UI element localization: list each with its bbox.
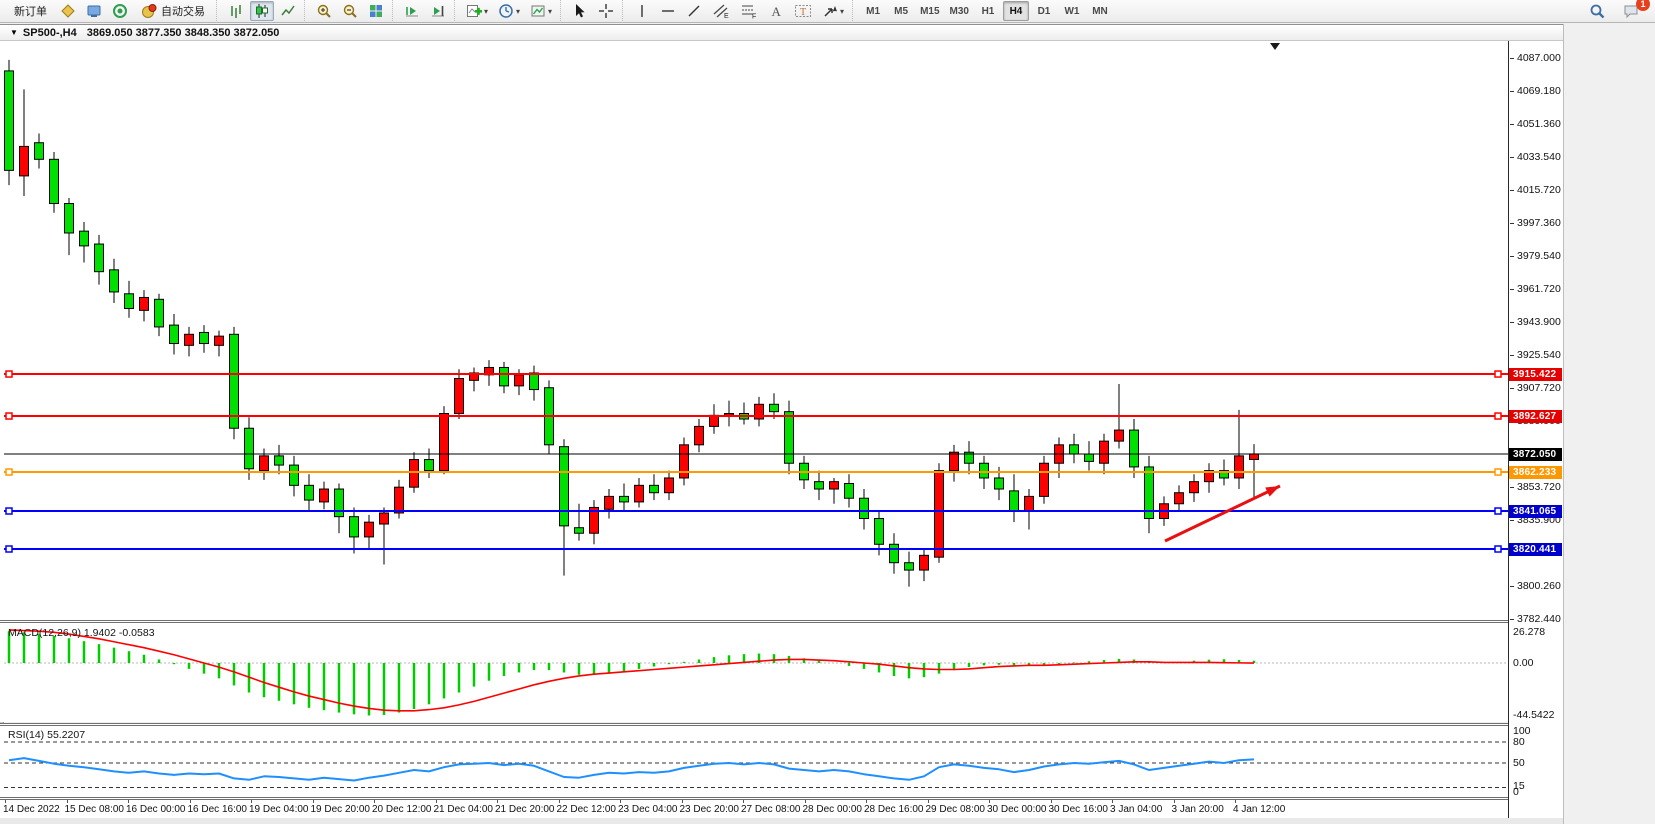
auto-trading-icon xyxy=(141,3,157,19)
rsi-label: RSI(14) 55.2207 xyxy=(8,729,85,741)
timeframe-button-d1[interactable]: D1 xyxy=(1031,1,1057,21)
toolbar-group-cursor xyxy=(560,0,622,23)
time-axis[interactable] xyxy=(0,800,1563,818)
toolbar-group-timeframes: M1M5M15M30H1H4D1W1MN xyxy=(852,0,1117,23)
zoom-out-icon[interactable] xyxy=(338,1,362,21)
macd-chart[interactable] xyxy=(4,623,1508,722)
arrows-dropdown-arrow[interactable]: ▾ xyxy=(840,7,844,16)
signal-icon[interactable] xyxy=(108,1,132,21)
notifications-button[interactable]: 1 xyxy=(1619,1,1644,21)
svg-text:F: F xyxy=(752,14,756,20)
fibonacci-icon[interactable]: F xyxy=(736,1,762,21)
toolbar-group-scroll xyxy=(392,0,454,23)
indicators-icon[interactable]: ▾ xyxy=(462,1,492,21)
toolbar-group-objects: E F A T ▾ xyxy=(622,0,852,23)
arrows-tool-icon[interactable]: ▾ xyxy=(818,1,848,21)
svg-text:E: E xyxy=(724,13,729,19)
tile-windows-icon[interactable] xyxy=(364,1,388,21)
search-icon[interactable] xyxy=(1585,1,1610,21)
price-axis[interactable] xyxy=(1508,41,1563,818)
periods-icon[interactable]: ▾ xyxy=(494,1,524,21)
window-bottom-border xyxy=(0,818,1655,824)
templates-icon[interactable]: ▾ xyxy=(526,1,556,21)
templates-dropdown-arrow[interactable]: ▾ xyxy=(548,7,552,16)
text-icon[interactable]: A xyxy=(764,1,788,21)
timeframe-button-m30[interactable]: M30 xyxy=(946,1,973,21)
new-order-label: 新订单 xyxy=(14,3,47,19)
rsi-chart[interactable] xyxy=(4,726,1508,797)
zoom-in-icon[interactable] xyxy=(312,1,336,21)
timeframe-button-h4[interactable]: H4 xyxy=(1003,1,1029,21)
candlestick-chart-icon[interactable] xyxy=(250,1,274,21)
chart-shift-icon[interactable] xyxy=(426,1,450,21)
trendline-icon[interactable] xyxy=(682,1,706,21)
periods-dropdown-arrow[interactable]: ▾ xyxy=(516,7,520,16)
horizontal-line-icon[interactable] xyxy=(656,1,680,21)
vertical-line-icon[interactable] xyxy=(630,1,654,21)
crosshair-icon[interactable] xyxy=(594,1,618,21)
cursor-icon[interactable] xyxy=(568,1,592,21)
equidistant-channel-icon[interactable]: E xyxy=(708,1,734,21)
indicators-dropdown-arrow[interactable]: ▾ xyxy=(484,7,488,16)
market-watch-icon[interactable] xyxy=(56,1,80,21)
svg-text:T: T xyxy=(800,7,806,18)
text-label-icon[interactable]: T xyxy=(790,1,816,21)
new-order-button[interactable]: 新订单 xyxy=(7,1,54,21)
toolbar-right: 1 xyxy=(1584,1,1655,21)
auto-trading-label: 自动交易 xyxy=(161,3,205,19)
timeframe-button-m5[interactable]: M5 xyxy=(888,1,914,21)
svg-text:A: A xyxy=(772,4,782,19)
toolbar-group-insert: ▾ ▾ ▾ xyxy=(454,0,560,23)
candlestick-chart[interactable] xyxy=(4,41,1508,620)
bar-chart-icon[interactable] xyxy=(224,1,248,21)
chart-title-ohlc: 3869.050 3877.350 3848.350 3872.050 xyxy=(87,27,280,39)
auto-trading-button[interactable]: 自动交易 xyxy=(134,1,212,21)
timeframe-button-mn[interactable]: MN xyxy=(1087,1,1113,21)
line-chart-icon[interactable] xyxy=(276,1,300,21)
timeframe-button-m1[interactable]: M1 xyxy=(860,1,886,21)
chart-titlebar[interactable]: ▼ SP500-,H4 3869.050 3877.350 3848.350 3… xyxy=(0,24,1563,41)
toolbar-group-trading: 新订单 自动交易 xyxy=(0,0,216,23)
toolbar-group-zoom xyxy=(304,0,392,23)
timeframe-button-m15[interactable]: M15 xyxy=(916,1,943,21)
toolbar-group-chart-type xyxy=(216,0,304,23)
auto-scroll-icon[interactable] xyxy=(400,1,424,21)
workspace-gutter xyxy=(1563,24,1655,824)
timeframe-button-h1[interactable]: H1 xyxy=(975,1,1001,21)
macd-label: MACD(12,26,9) 1.9402 -0.0583 xyxy=(8,627,155,639)
main-toolbar: 新订单 自动交易 xyxy=(0,0,1655,23)
timeframe-button-w1[interactable]: W1 xyxy=(1059,1,1085,21)
symbol-collapse-icon[interactable]: ▼ xyxy=(10,28,18,37)
terminal-icon[interactable] xyxy=(82,1,106,21)
chart-title-symbol: SP500-,H4 xyxy=(23,27,77,39)
notification-badge: 1 xyxy=(1636,0,1650,11)
